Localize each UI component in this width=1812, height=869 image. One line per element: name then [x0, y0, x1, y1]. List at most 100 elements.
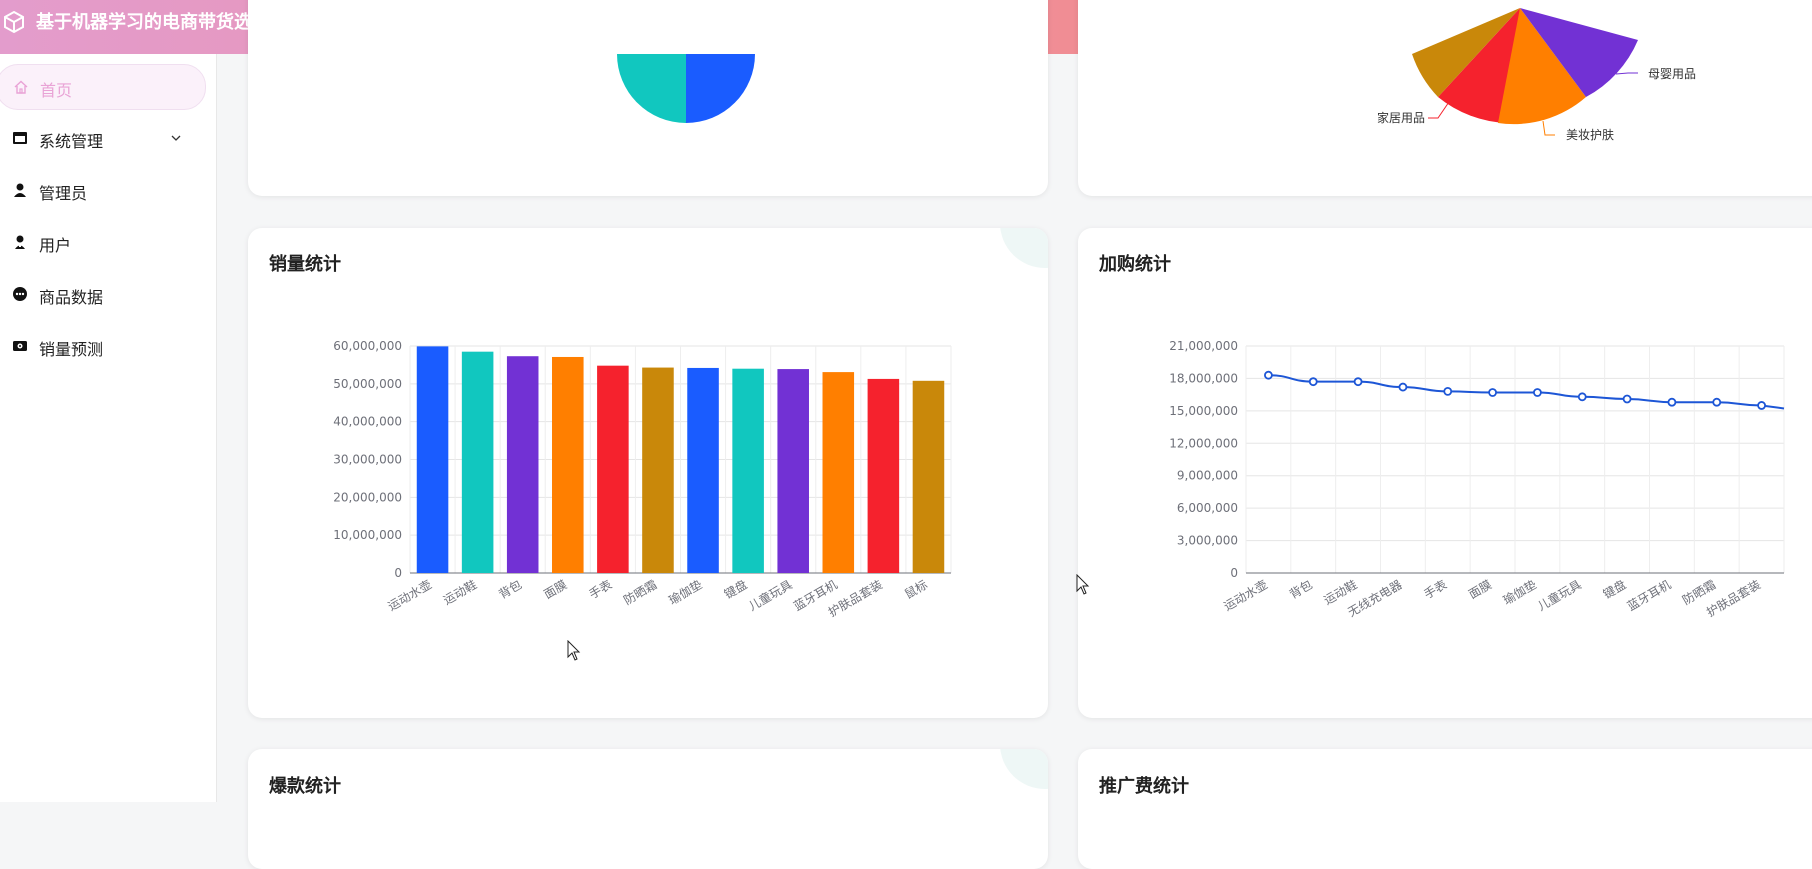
y-tick-label: 15,000,000: [1169, 404, 1238, 418]
cart-chart-card: 加购统计 0 3,000,000 6,000,000 9,000,000 12,000,…: [1078, 228, 1812, 718]
x-tick-label: 防晒霜: [621, 577, 660, 608]
data-point: [1398, 382, 1408, 392]
goods-icon: [13, 287, 27, 301]
y-tick-label: 0: [1230, 566, 1238, 580]
sidebar-item-system[interactable]: 系统管理: [0, 116, 216, 162]
sidebar-item-label: 销量预测: [39, 340, 104, 359]
sidebar-item-label: 首页: [40, 81, 73, 100]
y-tick-label: 10,000,000: [333, 528, 402, 542]
sidebar-item-forecast[interactable]: 销量预测: [0, 324, 216, 370]
x-tick-label: 键盘: [721, 577, 749, 602]
admin-icon: [14, 183, 26, 197]
data-point: [1264, 370, 1273, 380]
bar: [687, 367, 719, 573]
pie-card-right: 母婴用品 家居用品 美妆护肤: [1078, 0, 1812, 196]
card-title: 推广费统计: [1099, 776, 1189, 797]
x-tick-label: 瑜伽垫: [666, 577, 705, 608]
bar: [867, 378, 900, 573]
x-tick-label: 键盘: [1600, 577, 1628, 602]
sidebar-item-admin[interactable]: 管理员: [0, 168, 216, 214]
y-tick-label: 9,000,000: [1177, 469, 1238, 483]
y-tick-label: 18,000,000: [1169, 371, 1238, 385]
mouse-cursor-icon: [1076, 574, 1090, 595]
promo-chart-card: 推广费统计: [1078, 749, 1812, 869]
x-tick-label: 运动鞋: [440, 577, 479, 608]
data-point: [1622, 394, 1632, 404]
sales-bar-chart: 0 10,000,000 20,000,000 30,000,000 40,000,00…: [333, 339, 952, 620]
sidebar: 首页 系统管理 管理员 用户 商品数据 销量预测: [0, 54, 217, 802]
pie-slice: [686, 54, 755, 123]
data-point: [1712, 397, 1722, 407]
sidebar-item-label: 系统管理: [39, 132, 104, 151]
sidebar-item-user[interactable]: 用户: [0, 220, 216, 266]
cart-line-chart: 0 3,000,000 6,000,000 9,000,000 12,000,000 15…: [1169, 339, 1785, 620]
hot-chart-card: 爆款统计: [248, 749, 1048, 869]
pie-chart-right: 母婴用品 家居用品 美妆护肤: [1377, 8, 1696, 142]
bar: [822, 372, 855, 573]
sidebar-item-label: 商品数据: [39, 288, 104, 307]
sales-chart-card: 销量统计 0 10,000,000 20,000,000 30,000,000 40,0…: [248, 228, 1048, 718]
series-line: [1268, 374, 1785, 410]
x-tick-label: 面膜: [1466, 577, 1494, 601]
x-tick-label: 儿童玩具: [746, 577, 795, 614]
x-tick-label: 蓝牙耳机: [1625, 577, 1674, 613]
chevron-down-icon[interactable]: [170, 132, 182, 144]
x-tick-label: 手表: [587, 577, 615, 601]
y-tick-label: 21,000,000: [1169, 339, 1238, 353]
x-tick-label: 背包: [496, 577, 524, 601]
home-icon: [14, 80, 28, 94]
pie-chart-left: [617, 54, 755, 123]
card-decoration: [1000, 749, 1048, 789]
sidebar-item-goods[interactable]: 商品数据: [0, 272, 216, 318]
bar: [732, 368, 764, 573]
bar: [552, 356, 584, 573]
x-tick-label: 面膜: [541, 577, 569, 601]
bar: [777, 369, 809, 573]
data-point: [1757, 401, 1766, 410]
sidebar-item-label: 用户: [39, 236, 72, 255]
y-tick-label: 3,000,000: [1177, 534, 1238, 548]
x-tick-label: 瑜伽垫: [1500, 577, 1539, 608]
bar: [912, 380, 945, 573]
sidebar-item-home[interactable]: 首页: [0, 64, 206, 110]
forecast-icon: [13, 341, 27, 351]
bar: [506, 356, 539, 573]
bar: [642, 367, 674, 573]
pie-card-left: [248, 0, 1048, 196]
y-tick-label: 40,000,000: [333, 415, 402, 429]
pie-leader-line: [1542, 120, 1555, 136]
data-point: [1667, 397, 1677, 407]
sidebar-item-label: 管理员: [39, 184, 88, 203]
mouse-cursor-icon: [567, 640, 581, 661]
data-point: [1533, 388, 1542, 397]
y-tick-label: 20,000,000: [333, 490, 402, 504]
bar: [416, 346, 449, 573]
y-tick-label: 6,000,000: [1177, 501, 1238, 515]
data-point: [1488, 388, 1497, 397]
pie-slice: [617, 54, 686, 123]
y-tick-label: 60,000,000: [333, 339, 402, 353]
card-title: 爆款统计: [269, 776, 341, 797]
y-tick-label: 0: [394, 566, 402, 580]
bar: [597, 365, 629, 573]
x-tick-label: 背包: [1287, 577, 1315, 601]
pie-label: 美妆护肤: [1566, 127, 1614, 142]
bar: [461, 351, 494, 573]
data-point: [1443, 386, 1453, 396]
x-tick-label: 手表: [1421, 577, 1449, 601]
pie-label: 母婴用品: [1648, 67, 1696, 81]
y-tick-label: 50,000,000: [333, 377, 402, 391]
y-tick-label: 12,000,000: [1169, 436, 1238, 450]
pie-leader-line: [1615, 72, 1638, 75]
user-icon: [15, 235, 25, 249]
data-point: [1308, 377, 1318, 387]
cube-logo-icon: [4, 10, 24, 34]
y-tick-label: 30,000,000: [333, 453, 402, 467]
pie-label: 家居用品: [1377, 110, 1425, 125]
x-tick-label: 运动水壶: [385, 577, 434, 614]
data-point: [1577, 392, 1587, 402]
x-tick-label: 鼠标: [902, 577, 930, 601]
system-icon: [13, 132, 27, 144]
x-tick-label: 运动水壶: [1221, 577, 1270, 614]
x-tick-label: 儿童玩具: [1535, 577, 1584, 614]
